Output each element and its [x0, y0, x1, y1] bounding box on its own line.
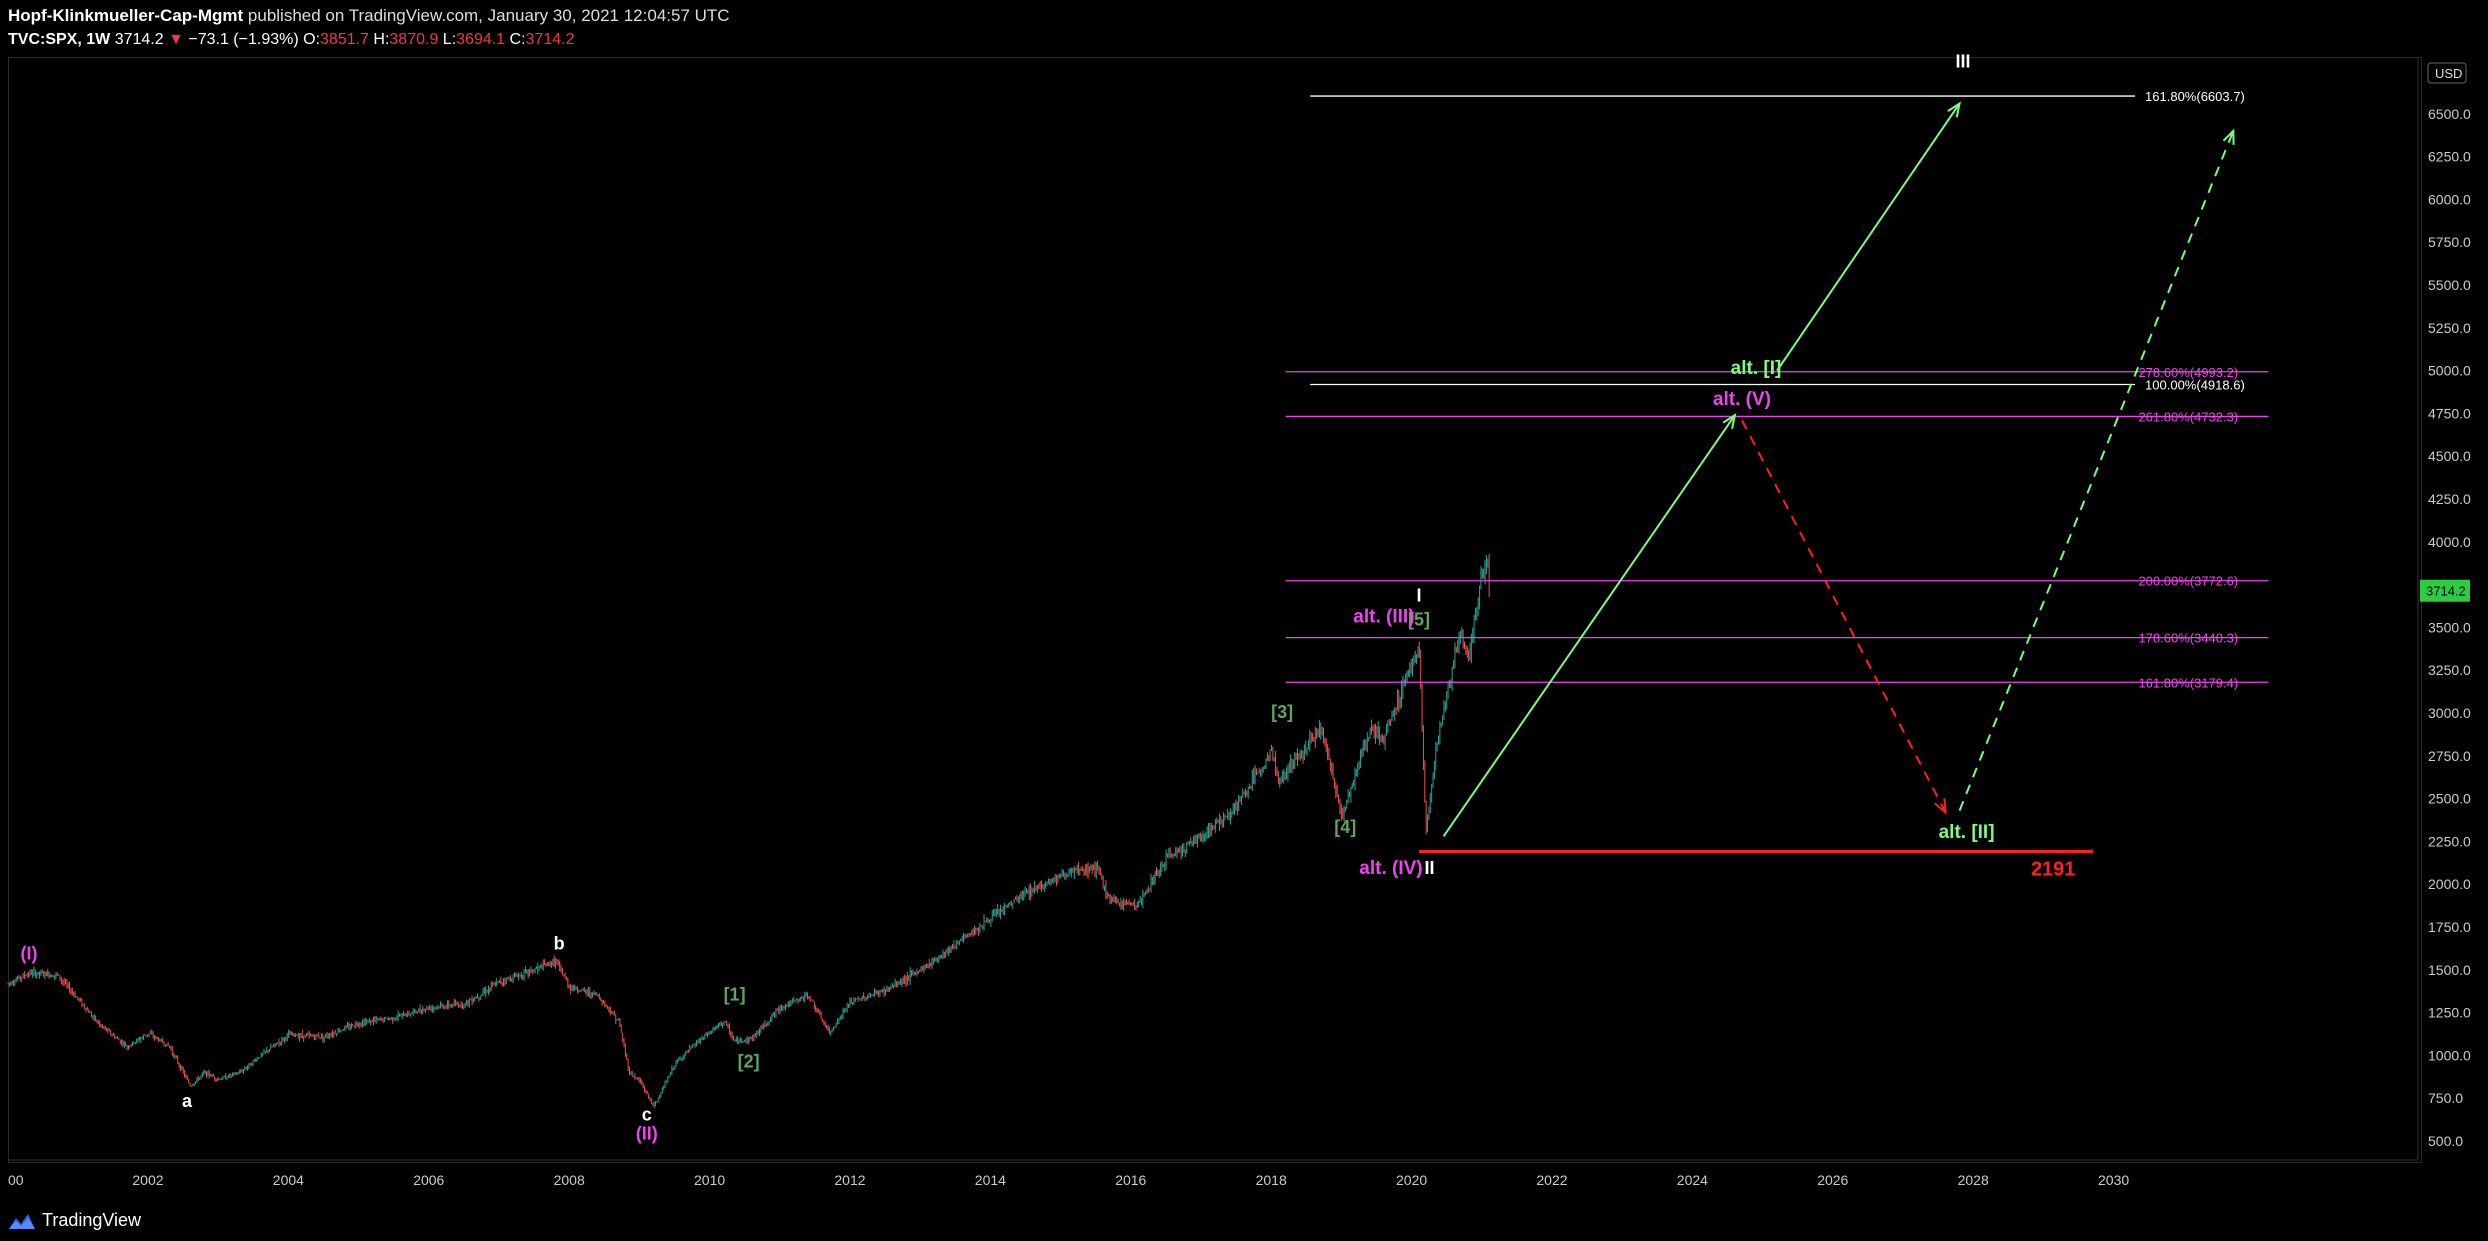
fib-level-label: 100.00%(4918.6) [2145, 378, 2245, 393]
y-tick-label: 1500.0 [2428, 962, 2471, 978]
y-tick-label: 5750.0 [2428, 234, 2471, 250]
currency-label: USD [2435, 66, 2462, 81]
wave-label: c [642, 1104, 652, 1124]
y-tick-label: 5000.0 [2428, 363, 2471, 379]
wave-label: I [1417, 586, 1422, 606]
wave-label: alt. (III) [1353, 606, 1414, 627]
y-tick-label: 2750.0 [2428, 748, 2471, 764]
x-tick-label: 2002 [132, 1172, 163, 1188]
wave-label: a [182, 1091, 193, 1111]
tradingview-footer[interactable]: TradingView [8, 1210, 141, 1231]
tradingview-brand: TradingView [42, 1210, 142, 1230]
fib-level-label: 161.80%(6603.7) [2145, 89, 2245, 104]
x-tick-label: 2004 [273, 1172, 304, 1188]
wave-label: alt. [I] [1731, 358, 1782, 379]
projection-arrow[interactable] [1958, 130, 2235, 811]
price-chart[interactable]: 500.0 750.0 1000.0 1250.0 1500.0 1750.0 2000.0… [0, 0, 2488, 1241]
wave-label: alt. [II] [1939, 822, 1995, 843]
x-tick-label: 2006 [413, 1172, 444, 1188]
projection-arrow[interactable] [1741, 419, 1947, 813]
arrowhead [1934, 798, 1947, 815]
wave-label: II [1425, 858, 1435, 878]
current-price-label: 3714.2 [2426, 584, 2466, 599]
y-tick-label: 4500.0 [2428, 448, 2471, 464]
x-tick-label: 00 [8, 1172, 24, 1188]
y-tick-label: 3000.0 [2428, 705, 2471, 721]
wave-label: [2] [738, 1051, 760, 1071]
y-tick-label: 4250.0 [2428, 491, 2471, 507]
y-tick-label: 500.0 [2428, 1133, 2463, 1149]
fib-level-label: 178.60%(3440.3) [2138, 631, 2238, 646]
wave-label: (I) [21, 944, 38, 964]
wave-label: [4] [1334, 817, 1356, 837]
y-tick-label: 3500.0 [2428, 619, 2471, 635]
y-tick-label: 750.0 [2428, 1090, 2463, 1106]
arrowhead [2222, 128, 2235, 145]
y-tick-label: 2000.0 [2428, 876, 2471, 892]
y-tick-label: 4750.0 [2428, 405, 2471, 421]
y-tick-label: 6250.0 [2428, 149, 2471, 165]
x-tick-label: 2026 [1817, 1172, 1848, 1188]
x-tick-label: 2018 [1256, 1172, 1287, 1188]
support-label: 2191 [2031, 859, 2076, 881]
tradingview-logo-icon [9, 1213, 35, 1229]
y-tick-label: 6500.0 [2428, 106, 2471, 122]
x-tick-label: 2016 [1115, 1172, 1146, 1188]
wave-label: III [1956, 52, 1971, 72]
y-tick-label: 1750.0 [2428, 919, 2471, 935]
y-tick-label: 2250.0 [2428, 833, 2471, 849]
y-tick-label: 5500.0 [2428, 277, 2471, 293]
projection-arrow[interactable] [1442, 414, 1736, 837]
wave-label: (II) [636, 1123, 658, 1143]
wave-label: [3] [1271, 702, 1293, 722]
y-tick-label: 1000.0 [2428, 1047, 2471, 1063]
x-tick-label: 2020 [1396, 1172, 1427, 1188]
y-tick-label: 4000.0 [2428, 534, 2471, 550]
x-tick-label: 2012 [834, 1172, 865, 1188]
wave-label: alt. (IV) [1359, 858, 1422, 879]
y-tick-label: 1250.0 [2428, 1005, 2471, 1021]
wave-label: b [554, 933, 565, 953]
y-tick-label: 2500.0 [2428, 791, 2471, 807]
x-tick-label: 2028 [1958, 1172, 1989, 1188]
x-tick-label: 2010 [694, 1172, 725, 1188]
wave-label: alt. (V) [1713, 389, 1771, 410]
fib-level-label: 200.00%(3772.6) [2138, 574, 2238, 589]
projection-arrow[interactable] [1776, 102, 1961, 372]
fib-level-label: 261.80%(4732.3) [2138, 409, 2238, 424]
wave-label: [1] [724, 985, 746, 1005]
x-tick-label: 2008 [554, 1172, 585, 1188]
y-tick-label: 6000.0 [2428, 191, 2471, 207]
fib-level-label: 161.80%(3179.4) [2138, 675, 2238, 690]
x-tick-label: 2024 [1677, 1172, 1708, 1188]
x-tick-label: 2014 [975, 1172, 1006, 1188]
x-tick-label: 2030 [2098, 1172, 2129, 1188]
y-tick-label: 5250.0 [2428, 320, 2471, 336]
y-tick-label: 3250.0 [2428, 662, 2471, 678]
x-tick-label: 2022 [1536, 1172, 1567, 1188]
